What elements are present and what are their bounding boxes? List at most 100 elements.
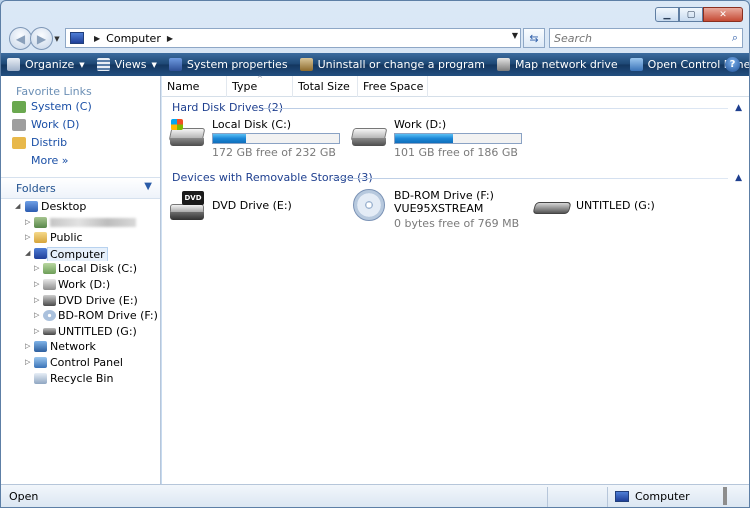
expand-triangle-icon[interactable]: ◢ — [15, 199, 20, 215]
more-links[interactable]: More » — [1, 152, 160, 170]
group-removable-storage[interactable]: Devices with Removable Storage (3) ▲ — [162, 169, 749, 187]
map-network-drive-label: Map network drive — [514, 58, 618, 71]
address-row: ◀ ▶ ▼ ▶ Computer ▶ ▼ ⇆ ⌕ — [1, 25, 749, 51]
minimize-button[interactable]: ▁ — [655, 7, 679, 22]
uninstall-program-button[interactable]: Uninstall or change a program — [299, 58, 485, 71]
capacity-bar-fill — [395, 134, 453, 143]
column-total-size[interactable]: Total Size — [293, 76, 358, 97]
drive-c[interactable]: Local Disk (C:) 172 GB free of 232 GB — [168, 118, 340, 159]
views-button[interactable]: Views ▼ — [96, 58, 157, 71]
tree-item-work[interactable]: ▷ Work (D:) — [1, 277, 160, 293]
tree-item-label: Public — [50, 231, 83, 245]
column-type[interactable]: ^ Type — [227, 75, 293, 97]
address-dropdown-icon[interactable]: ▼ — [512, 31, 518, 40]
drive-icon — [12, 101, 26, 113]
drive-e[interactable]: DVD DVD Drive (E:) — [168, 189, 292, 221]
refresh-button[interactable]: ⇆ — [523, 28, 545, 48]
search-icon[interactable]: ⌕ — [732, 31, 738, 45]
group-divider — [332, 178, 728, 179]
control-panel-icon — [629, 58, 643, 71]
drive-g[interactable]: UNTITLED (G:) — [532, 189, 655, 221]
expand-triangle-icon[interactable]: ◢ — [25, 246, 30, 262]
collapse-triangle-icon[interactable]: ▷ — [25, 355, 30, 371]
tree-item-public[interactable]: ▷ Public — [1, 230, 160, 246]
search-input[interactable] — [554, 31, 714, 45]
system-properties-label: System properties — [186, 58, 288, 71]
hard-drive-icon — [43, 263, 56, 275]
favorite-link-label: System (C) — [31, 100, 92, 113]
collapse-triangle-icon[interactable]: ▷ — [34, 324, 39, 340]
system-properties-button[interactable]: System properties — [168, 58, 288, 71]
tree-item-dvd[interactable]: ▷ DVD Drive (E:) — [1, 293, 160, 309]
organize-button[interactable]: Organize ▼ — [7, 58, 85, 71]
maximize-button[interactable]: ▢ — [679, 7, 703, 22]
column-free-space[interactable]: Free Space — [358, 76, 428, 97]
close-button[interactable]: ✕ — [703, 7, 743, 22]
uninstall-program-icon — [299, 58, 313, 71]
column-label: Total Size — [298, 80, 350, 93]
refresh-icon: ⇆ — [529, 31, 539, 45]
drive-info: 172 GB free of 232 GB — [212, 146, 336, 159]
folder-tree: ◢ Desktop ▷ ▷ Public ◢ Computer ▷ Local … — [1, 199, 160, 386]
explorer-window: ▁ ▢ ✕ ◀ ▶ ▼ ▶ Computer ▶ ▼ ⇆ ⌕ Organize … — [0, 0, 750, 508]
collapse-triangle-icon[interactable]: ▷ — [34, 308, 39, 324]
search-box[interactable]: ⌕ — [549, 28, 743, 48]
collapse-triangle-icon[interactable]: ▷ — [25, 339, 30, 355]
breadcrumb-arrow-icon[interactable]: ▶ — [167, 34, 173, 43]
hard-drive-icon — [43, 278, 56, 290]
status-divider — [607, 487, 608, 507]
collapse-caret-icon[interactable]: ▲ — [735, 169, 742, 187]
tree-item-desktop[interactable]: ◢ Desktop — [1, 199, 160, 215]
favorite-link-label: Distrib — [31, 136, 68, 149]
user-folder-icon — [34, 216, 47, 228]
organize-label: Organize — [25, 58, 75, 71]
back-button[interactable]: ◀ — [9, 27, 32, 50]
folders-label: Folders — [16, 182, 56, 195]
drive-d[interactable]: Work (D:) 101 GB free of 186 GB — [350, 118, 522, 159]
map-network-drive-button[interactable]: Map network drive — [496, 58, 618, 71]
favorite-link-system[interactable]: System (C) — [1, 98, 160, 116]
tree-item-bdrom[interactable]: ▷ BD-ROM Drive (F:) VUE95XSTREAM — [1, 308, 160, 324]
collapse-triangle-icon[interactable]: ▷ — [34, 293, 39, 309]
forward-arrow-icon: ▶ — [36, 31, 47, 46]
tree-item-local-disk[interactable]: ▷ Local Disk (C:) — [1, 261, 160, 277]
title-bar: ▁ ▢ ✕ — [1, 1, 749, 25]
forward-button[interactable]: ▶ — [30, 27, 53, 50]
removable-items: DVD DVD Drive (E:) BD-ROM Drive (F:) VUE… — [162, 187, 749, 237]
group-hard-disk-drives[interactable]: Hard Disk Drives (2) ▲ — [162, 99, 749, 117]
help-button[interactable]: ? — [725, 57, 740, 72]
collapse-caret-icon[interactable]: ▲ — [735, 99, 742, 117]
breadcrumb-arrow-icon[interactable]: ▶ — [94, 34, 100, 43]
address-bar[interactable]: ▶ Computer ▶ ▼ — [65, 28, 521, 48]
group-divider — [263, 108, 728, 109]
dvd-badge: DVD — [182, 191, 204, 205]
favorite-link-distrib[interactable]: Distrib — [1, 134, 160, 152]
collapse-triangle-icon[interactable]: ▷ — [25, 230, 30, 246]
usb-drive-icon — [532, 189, 572, 221]
tree-item-computer[interactable]: ◢ Computer — [1, 246, 160, 262]
favorite-link-work[interactable]: Work (D) — [1, 116, 160, 134]
tree-item-control-panel[interactable]: ▷ Control Panel — [1, 355, 160, 371]
recent-pages-dropdown[interactable]: ▼ — [51, 27, 63, 50]
drive-info: 0 bytes free of 769 MB — [394, 217, 520, 230]
blurred-username — [50, 215, 136, 231]
organize-icon — [7, 58, 20, 71]
computer-icon — [615, 491, 629, 502]
collapse-triangle-icon[interactable]: ▷ — [34, 277, 39, 293]
breadcrumb-computer[interactable]: Computer — [106, 32, 161, 45]
column-headers: Name ^ Type Total Size Free Space — [162, 75, 749, 97]
tree-item-untitled[interactable]: ▷ UNTITLED (G:) — [1, 324, 160, 340]
tree-item-label: Computer — [47, 246, 108, 262]
tree-item-label: Recycle Bin — [50, 371, 114, 385]
status-bar: Open Computer — [1, 484, 749, 507]
tree-item-network[interactable]: ▷ Network — [1, 339, 160, 355]
collapse-triangle-icon[interactable]: ▷ — [25, 215, 30, 231]
collapse-triangle-icon[interactable]: ▷ — [34, 261, 39, 277]
column-name[interactable]: Name — [162, 76, 227, 97]
resize-grip[interactable] — [723, 487, 727, 505]
desktop-icon — [25, 201, 38, 212]
tree-item-user[interactable]: ▷ — [1, 215, 160, 231]
tree-item-recycle-bin[interactable]: Recycle Bin — [1, 371, 160, 387]
drive-f[interactable]: BD-ROM Drive (F:) VUE95XSTREAM 0 bytes f… — [350, 189, 519, 230]
folders-header[interactable]: Folders ▼ — [1, 177, 160, 199]
